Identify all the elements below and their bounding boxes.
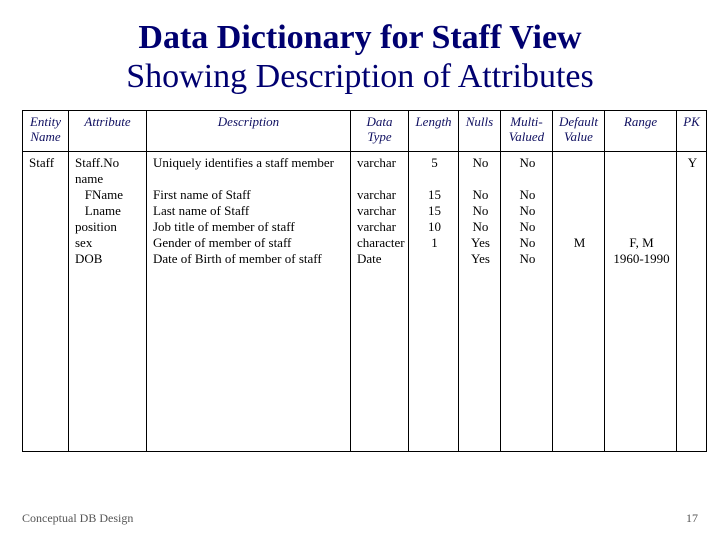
col-multi-valued: Multi-Valued xyxy=(501,111,553,152)
cell-range: F, M 1960-1990 xyxy=(605,152,677,452)
cell-attribute: Staff.No name FName Lname position sex D… xyxy=(69,152,147,452)
col-default-value: Default Value xyxy=(553,111,605,152)
title-line-2: Showing Description of Attributes xyxy=(22,57,698,96)
cell-nulls: No No No No Yes Yes xyxy=(459,152,501,452)
slide: Data Dictionary for Staff View Showing D… xyxy=(0,0,720,540)
cell-default: M xyxy=(553,152,605,452)
footer-page-number: 17 xyxy=(686,511,698,526)
table-row: Staff Staff.No name FName Lname position… xyxy=(23,152,707,452)
cell-description: Uniquely identifies a staff member First… xyxy=(147,152,351,452)
col-range: Range xyxy=(605,111,677,152)
footer: Conceptual DB Design 17 xyxy=(22,511,698,526)
cell-pk: Y xyxy=(677,152,707,452)
col-pk: PK xyxy=(677,111,707,152)
col-data-type: Data Type xyxy=(351,111,409,152)
data-dictionary-table: Entity Name Attribute Description Data T… xyxy=(22,110,707,452)
col-nulls: Nulls xyxy=(459,111,501,152)
footer-left: Conceptual DB Design xyxy=(22,511,133,526)
col-attribute: Attribute xyxy=(69,111,147,152)
slide-title: Data Dictionary for Staff View Showing D… xyxy=(22,18,698,96)
cell-entity: Staff xyxy=(23,152,69,452)
col-entity-name: Entity Name xyxy=(23,111,69,152)
title-line-1: Data Dictionary for Staff View xyxy=(22,18,698,57)
cell-length: 5 15 15 10 1 xyxy=(409,152,459,452)
cell-multi: No No No No No No xyxy=(501,152,553,452)
col-description: Description xyxy=(147,111,351,152)
col-length: Length xyxy=(409,111,459,152)
cell-datatype: varchar varchar varchar varchar characte… xyxy=(351,152,409,452)
